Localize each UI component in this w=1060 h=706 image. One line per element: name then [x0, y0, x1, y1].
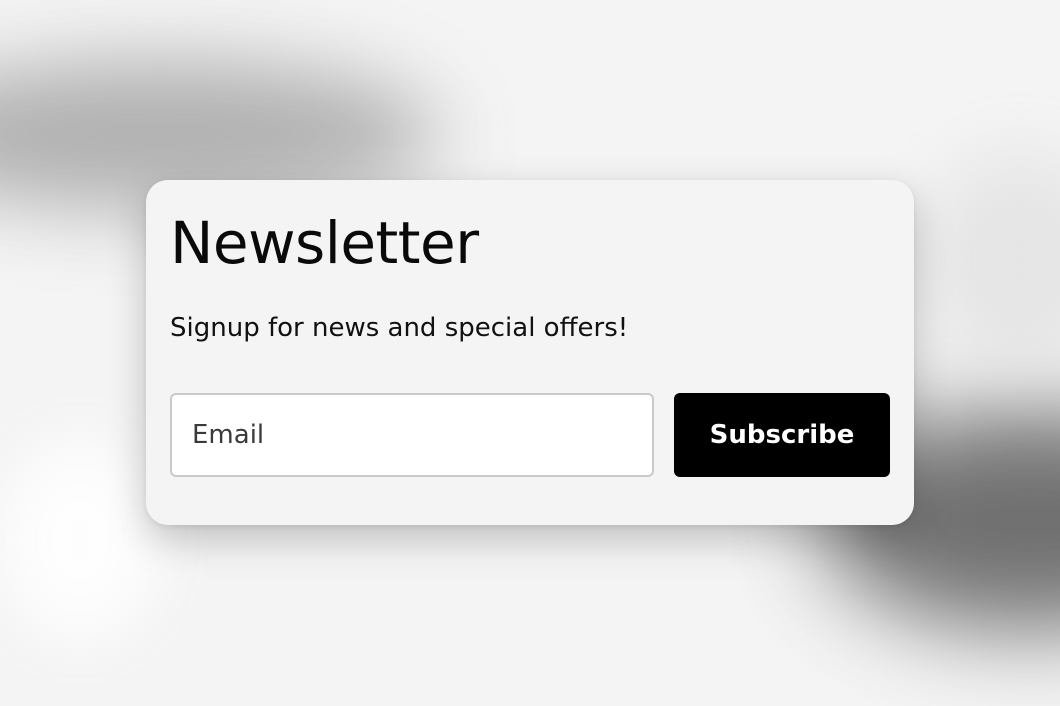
background-blur-shape [920, 150, 1060, 370]
newsletter-title: Newsletter [170, 209, 479, 277]
subscribe-button[interactable]: Subscribe [674, 393, 890, 477]
newsletter-subtitle: Signup for news and special offers! [170, 313, 629, 343]
email-input[interactable] [170, 393, 654, 477]
newsletter-card: Newsletter Signup for news and special o… [146, 180, 914, 525]
background-blur-shape [0, 440, 160, 640]
page-background: Newsletter Signup for news and special o… [0, 0, 1060, 706]
